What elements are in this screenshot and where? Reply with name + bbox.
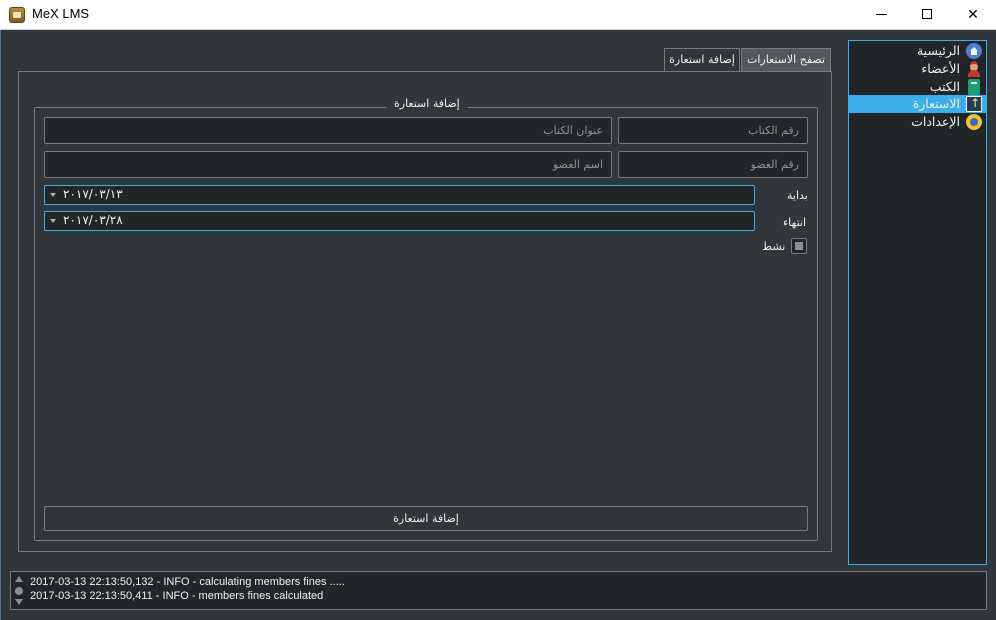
sidebar-item-label: الرئيسية (916, 43, 960, 58)
group-title: إضافة استعارة (386, 97, 468, 110)
sidebar-item-label: الإعدادات (911, 114, 960, 129)
member-id-input[interactable]: رقم العضو (618, 151, 808, 178)
home-icon (966, 43, 982, 59)
books-icon (968, 79, 980, 95)
sidebar-item-settings[interactable]: الإعدادات (849, 113, 986, 131)
sidebar-nav: الرئيسية الأعضاء الكتب الاستعارة الإعداد… (848, 40, 987, 565)
sidebar-item-borrow[interactable]: الاستعارة (849, 95, 986, 113)
scroll-up-icon[interactable] (15, 576, 23, 582)
tab-add-borrow[interactable]: إضافة استعارة (664, 48, 740, 72)
close-button[interactable]: ✕ (950, 0, 996, 30)
maximize-icon (922, 9, 932, 19)
window-title: MeX LMS (32, 6, 90, 21)
title-bar: MeX LMS ✕ (0, 0, 996, 30)
maximize-button[interactable] (904, 0, 950, 30)
book-id-input[interactable]: رقم الكتاب (618, 117, 808, 144)
member-name-input[interactable]: اسم العضو (44, 151, 612, 178)
add-borrow-button[interactable]: إضافة استعارة (44, 506, 808, 531)
sidebar-item-label: الاستعارة (912, 96, 960, 111)
minimize-button[interactable] (858, 0, 904, 30)
sidebar-item-books[interactable]: الكتب (849, 78, 986, 96)
scroll-down-icon[interactable] (15, 599, 23, 605)
users-icon (966, 61, 982, 77)
close-icon: ✕ (967, 7, 979, 23)
sidebar-item-members[interactable]: الأعضاء (849, 60, 986, 78)
chevron-down-icon[interactable] (50, 193, 56, 197)
active-checkbox[interactable] (791, 238, 807, 254)
minimize-icon (876, 14, 887, 15)
settings-icon (966, 114, 982, 130)
log-line: 2017-03-13 22:13:50,132 - INFO - calcula… (30, 576, 345, 588)
borrow-icon (966, 96, 982, 112)
chevron-down-icon[interactable] (50, 219, 56, 223)
sidebar-item-label: الكتب (929, 79, 960, 94)
log-scrollbar[interactable] (13, 574, 25, 608)
log-panel: 2017-03-13 22:13:50,132 - INFO - calcula… (10, 571, 987, 610)
app-logo-icon (9, 7, 25, 23)
end-date-picker[interactable]: ٢٠١٧/٠٣/٢٨ (44, 211, 755, 231)
end-date-label: انتهاء (783, 216, 807, 229)
active-label: نشط (762, 240, 786, 253)
end-date-value: ٢٠١٧/٠٣/٢٨ (63, 213, 123, 227)
start-date-picker[interactable]: ٢٠١٧/٠٣/١٣ (44, 185, 755, 205)
sidebar-item-label: الأعضاء (921, 61, 960, 76)
tab-browse-borrows[interactable]: تصفح الاستعارات (741, 48, 831, 72)
sidebar-item-home[interactable]: الرئيسية (849, 42, 986, 60)
start-date-value: ٢٠١٧/٠٣/١٣ (63, 187, 123, 201)
scroll-handle[interactable] (15, 587, 23, 595)
start-date-label: بداية (787, 189, 808, 202)
book-title-input[interactable]: عنوان الكتاب (44, 117, 612, 144)
window-frame-edge (0, 30, 1, 620)
log-line: 2017-03-13 22:13:50,411 - INFO - members… (30, 590, 324, 602)
